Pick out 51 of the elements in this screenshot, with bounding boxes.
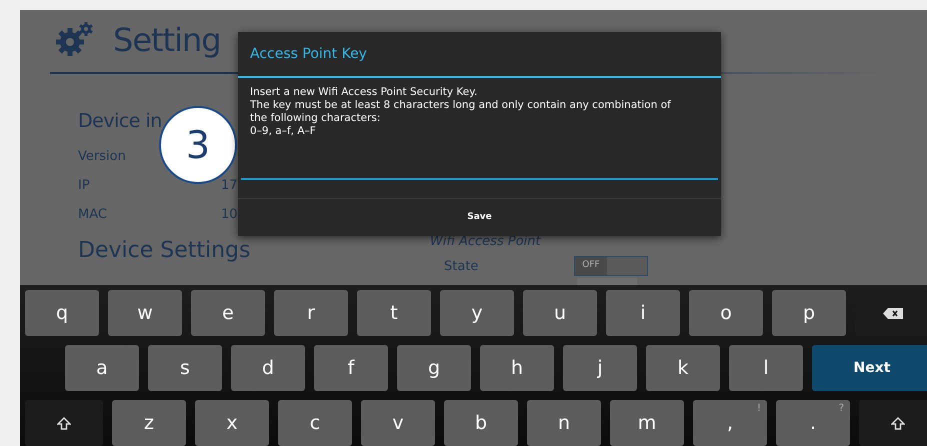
keyboard-key[interactable]: j: [563, 345, 637, 391]
keyboard-key[interactable]: t: [357, 290, 431, 336]
shift-arrow-icon: [891, 416, 905, 430]
keyboard-key[interactable]: l: [729, 345, 803, 391]
info-label: MAC: [78, 206, 108, 224]
page-title: Setting: [113, 24, 221, 56]
info-value: 10: [221, 206, 238, 224]
key-alt-char: !: [756, 402, 761, 416]
info-label: Version: [78, 148, 127, 166]
keyboard-key[interactable]: n: [527, 400, 601, 446]
keyboard-key[interactable]: e: [191, 290, 265, 336]
shift-arrow-icon: [57, 416, 71, 430]
section-heading: Device in: [78, 112, 162, 130]
input-text: Insert a new Wifi Access Point Security Key. The key must be at least 8 characters long and only contain any combination of the following characters: 0–9, a–f, A–F: [250, 86, 672, 138]
toggle-switch[interactable]: OFF: [574, 256, 648, 276]
save-button[interactable]: Save: [238, 199, 721, 236]
state-label: State: [444, 258, 478, 276]
info-label: IP: [78, 177, 91, 196]
keyboard-key[interactable]: r: [274, 290, 348, 336]
keyboard-key[interactable]: q: [25, 290, 99, 336]
keyboard-key[interactable]: o: [689, 290, 763, 336]
toggle-label: OFF: [575, 257, 607, 275]
section-heading: Device Settings: [78, 240, 250, 262]
keyboard-key[interactable]: p: [772, 290, 846, 336]
keyboard-key[interactable]: k: [646, 345, 720, 391]
keyboard-key[interactable]: . ?: [776, 400, 850, 446]
keyboard-key[interactable]: m: [610, 400, 684, 446]
keyboard-key[interactable]: , !: [693, 400, 767, 446]
keyboard-key[interactable]: z: [112, 400, 186, 446]
keyboard-key[interactable]: h: [480, 345, 554, 391]
keyboard-key[interactable]: a: [65, 345, 139, 391]
key-input-field[interactable]: Insert a new Wifi Access Point Security Key. The key must be at least 8 characters long and only contain any combination of the following characters: 0–9, a–f, A–F: [241, 78, 718, 180]
backspace-icon: [883, 308, 903, 318]
keyboard-key[interactable]: u: [523, 290, 597, 336]
keyboard-key[interactable]: s: [148, 345, 222, 391]
key-alt-char: ?: [838, 402, 844, 416]
next-key[interactable]: Next: [812, 345, 927, 391]
keyboard-key[interactable]: x: [195, 400, 269, 446]
second-toggle[interactable]: [577, 278, 637, 285]
keyboard-key[interactable]: d: [231, 345, 305, 391]
keyboard-key[interactable]: g: [397, 345, 471, 391]
shift-key[interactable]: [25, 400, 103, 446]
keyboard-key[interactable]: w: [108, 290, 182, 336]
keyboard-key[interactable]: v: [361, 400, 435, 446]
shift-key[interactable]: [859, 400, 927, 446]
keyboard-key[interactable]: b: [444, 400, 518, 446]
dialog-title: Access Point Key: [250, 44, 367, 64]
keyboard-key[interactable]: f: [314, 345, 388, 391]
keyboard-key[interactable]: i: [606, 290, 680, 336]
keyboard-key[interactable]: c: [278, 400, 352, 446]
keyboard-key[interactable]: y: [440, 290, 514, 336]
